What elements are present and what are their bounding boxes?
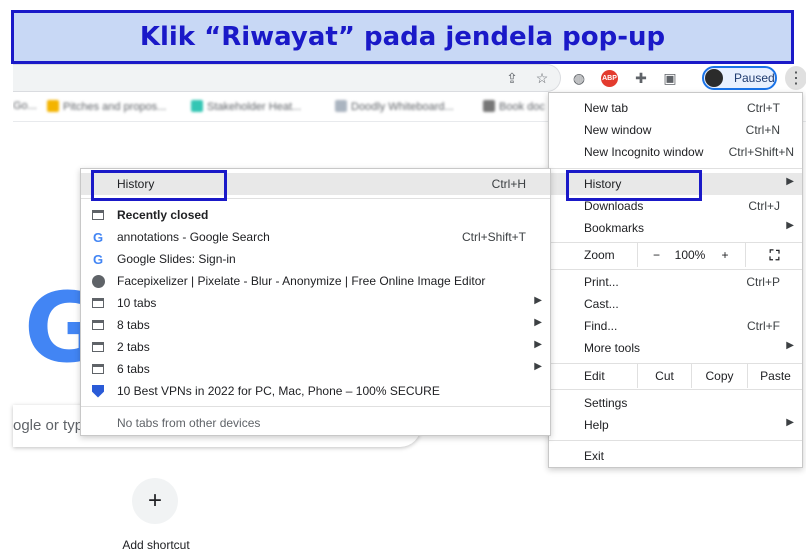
bookmark-item[interactable]: Pitches and propos... [47,100,166,113]
shield-icon [91,384,105,398]
bookmark-item[interactable]: Go... [13,100,37,112]
zoom-label: Zoom [584,248,615,262]
menu-divider [549,389,802,390]
instruction-banner: Klik “Riwayat” pada jendela pop-up [11,10,794,64]
zoom-in-button[interactable]: + [705,243,745,267]
search-placeholder: ogle or typ [13,417,84,434]
menu-item-print[interactable]: Print... Ctrl+P [549,271,802,293]
chevron-right-icon: ▶ [534,339,542,350]
globe-icon[interactable]: ◍ [570,69,588,87]
globe-icon [91,274,105,288]
more-menu-icon[interactable]: ⋮ [785,66,806,90]
menu-item-bookmarks[interactable]: Bookmarks ▶ [549,217,802,239]
adblock-icon[interactable]: ABP [601,70,618,87]
address-bar[interactable] [13,64,561,92]
tab-group-icon [91,362,105,376]
share-icon[interactable]: ⇪ [503,69,521,87]
cut-button[interactable]: Cut [637,364,691,388]
menu-item-help[interactable]: Help ▶ [549,414,802,436]
chevron-right-icon: ▶ [786,220,794,231]
chrome-menu: New tab Ctrl+T New window Ctrl+N New Inc… [548,92,803,468]
menu-item-exit[interactable]: Exit [549,445,802,467]
recent-item[interactable]: G Google Slides: Sign-in [81,248,550,270]
chevron-right-icon: ▶ [786,417,794,428]
menu-item-cast[interactable]: Cast... [549,293,802,315]
tab-group-icon [91,340,105,354]
google-icon: G [92,251,104,267]
menu-item-new-tab[interactable]: New tab Ctrl+T [549,97,802,119]
chevron-right-icon: ▶ [534,361,542,372]
menu-zoom-row: Zoom − 100% + ⛶ [549,243,802,267]
profile-status-label: Paused [734,71,775,85]
recent-tab-group[interactable]: 8 tabs ▶ [81,314,550,336]
tab-group-icon [91,296,105,310]
paste-button[interactable]: Paste [747,364,803,388]
edit-label: Edit [584,369,605,383]
bookmark-item[interactable]: Stakeholder Heat... [191,100,301,113]
menu-item-new-window[interactable]: New window Ctrl+N [549,119,802,141]
highlight-box-history-menu [566,170,702,201]
sidepanel-icon[interactable]: ▣ [661,69,679,87]
copy-button[interactable]: Copy [691,364,747,388]
menu-divider [549,269,802,270]
puzzle-icon[interactable]: ✚ [632,69,650,87]
recently-closed-header: Recently closed [81,204,550,226]
add-shortcut-label: Add shortcut [122,538,190,552]
recent-item[interactable]: G annotations - Google Search Ctrl+Shift… [81,226,550,248]
avatar [705,69,723,87]
menu-item-settings[interactable]: Settings [549,392,802,414]
menu-edit-row: Edit Cut Copy Paste [549,364,802,388]
star-icon[interactable]: ☆ [533,69,551,87]
instruction-text: Klik “Riwayat” pada jendela pop-up [139,22,666,52]
tab-group-icon [91,318,105,332]
recent-item[interactable]: Facepixelizer | Pixelate - Blur - Anonym… [81,270,550,292]
bookmark-item[interactable]: Doodly Whiteboard... [335,100,454,113]
highlight-box-history-submenu [91,170,227,201]
profile-button[interactable]: Paused [702,66,777,90]
browser-toolbar: ⇪ ☆ ◍ ABP ✚ ▣ Paused ⋮ [13,64,806,92]
zoom-out-button[interactable]: − [637,243,675,267]
menu-item-find[interactable]: Find... Ctrl+F [549,315,802,337]
menu-item-new-incognito[interactable]: New Incognito window Ctrl+Shift+N [549,141,802,163]
recent-tab-group[interactable]: 6 tabs ▶ [81,358,550,380]
recent-tab-group[interactable]: 2 tabs ▶ [81,336,550,358]
recent-tab-group[interactable]: 10 tabs ▶ [81,292,550,314]
chevron-right-icon: ▶ [786,340,794,351]
zoom-level: 100% [674,248,706,262]
no-other-devices-note: No tabs from other devices [117,416,261,430]
chevron-right-icon: ▶ [534,295,542,306]
menu-divider [549,168,802,169]
chevron-right-icon: ▶ [534,317,542,328]
google-icon: G [92,229,104,245]
submenu-divider [81,406,550,407]
history-submenu: History Ctrl+H Recently closed G annotat… [80,168,551,436]
menu-divider [549,440,802,441]
chevron-right-icon: ▶ [786,176,794,187]
tab-icon [91,208,105,222]
fullscreen-icon[interactable]: ⛶ [745,243,803,267]
recent-item[interactable]: 10 Best VPNs in 2022 for PC, Mac, Phone … [81,380,550,402]
bookmark-item[interactable]: Book doc [483,100,545,113]
add-shortcut-button[interactable]: + [132,478,178,524]
menu-item-more-tools[interactable]: More tools ▶ [549,337,802,359]
